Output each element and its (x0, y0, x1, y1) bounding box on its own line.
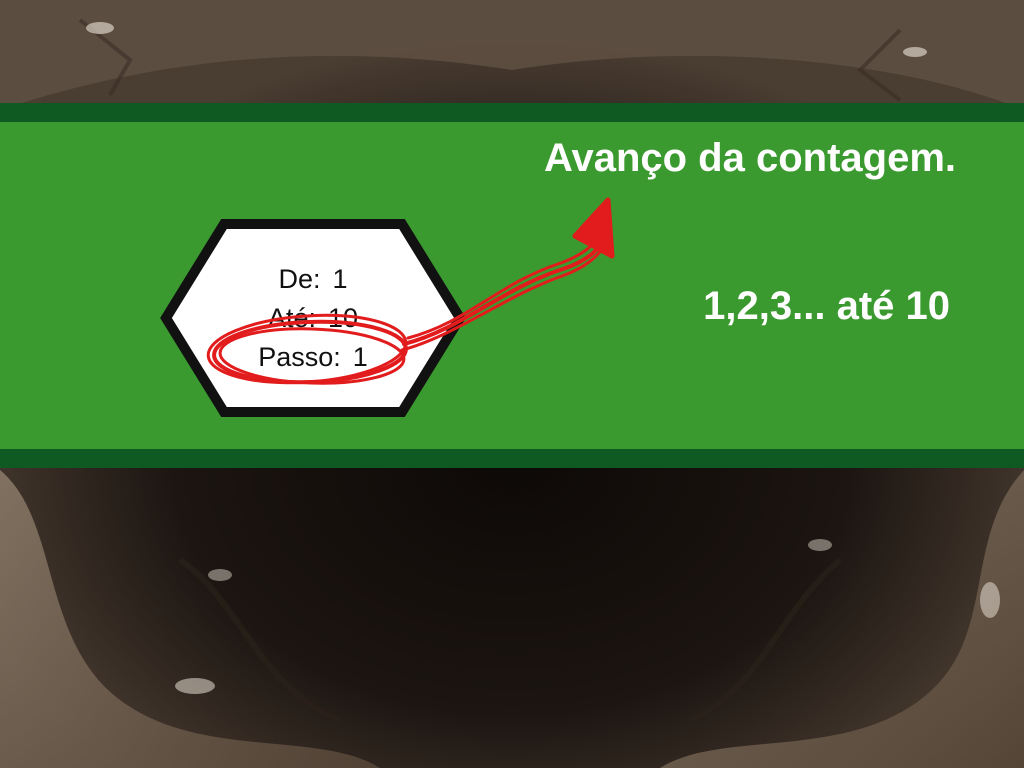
slide-stage: Avanço da contagem. 1,2,3... até 10 De: 1… (0, 0, 1024, 768)
de-label: De: (278, 264, 321, 294)
ate-label: Até: (267, 303, 316, 333)
ate-value: 10 (327, 303, 359, 333)
slide-title: Avanço da contagem. (544, 136, 956, 180)
hexagon-line-passo: Passo: 1 (158, 341, 468, 373)
sequence-text: 1,2,3... até 10 (703, 284, 950, 328)
banner-top-edge (0, 103, 1024, 122)
loop-parameters-hexagon: De: 1 Até: 10 Passo: 1 (158, 218, 468, 418)
passo-label: Passo: (258, 342, 341, 372)
hexagon-line-ate: Até: 10 (158, 302, 468, 334)
banner-bottom-edge (0, 449, 1024, 468)
de-value: 1 (332, 264, 348, 294)
passo-value: 1 (352, 342, 368, 372)
hexagon-line-de: De: 1 (158, 263, 468, 295)
